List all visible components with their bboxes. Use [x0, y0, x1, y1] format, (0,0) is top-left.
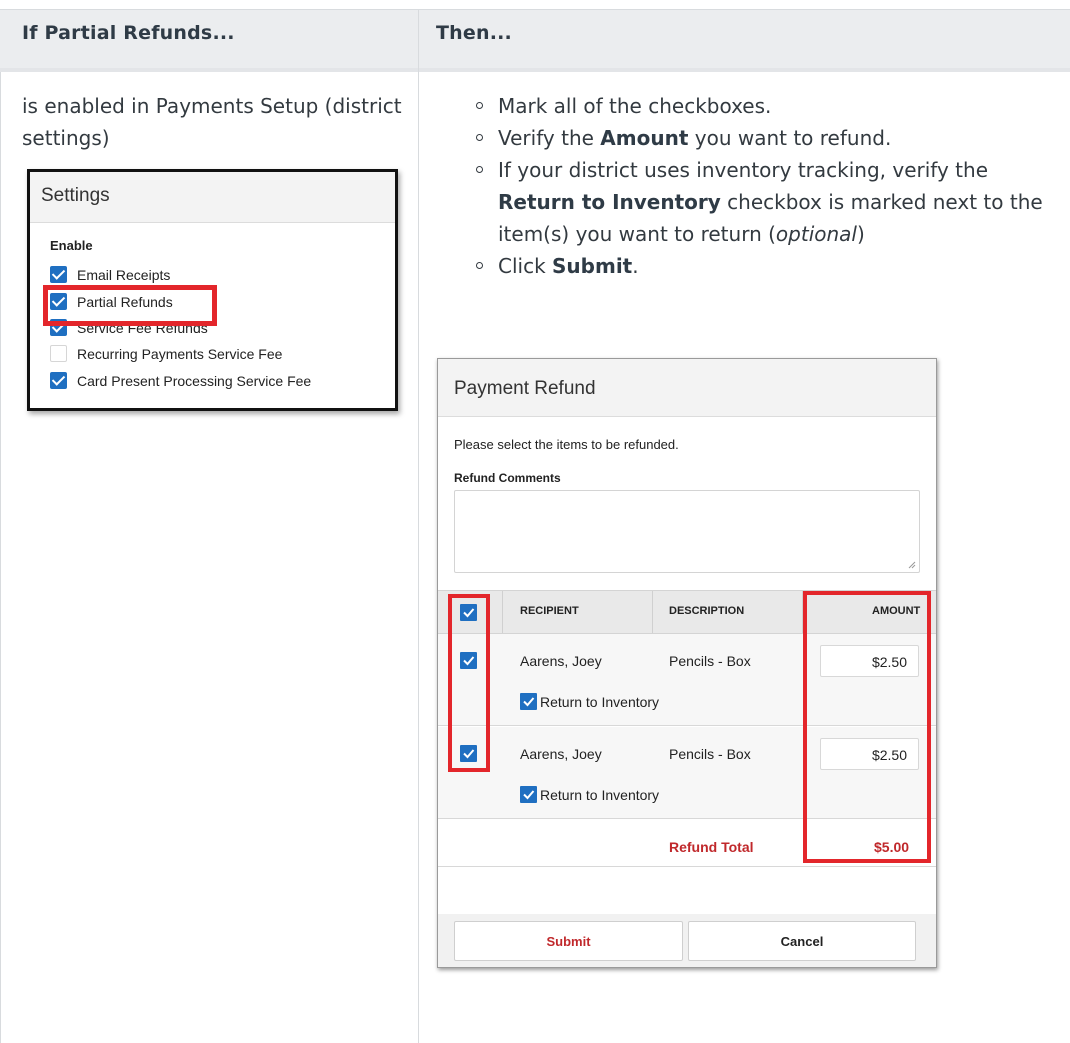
return-to-inventory-checkbox[interactable] — [520, 786, 537, 803]
enable-heading: Enable — [50, 238, 93, 253]
checkbox-checked-icon[interactable] — [50, 372, 67, 389]
checkbox-column-highlight — [448, 594, 490, 772]
refund-comments-label: Refund Comments — [454, 471, 561, 485]
header-right: Then... — [436, 22, 512, 44]
setting-label: Email Receipts — [77, 266, 171, 283]
settings-panel-screenshot: Settings Enable Email Receipts Partial R… — [27, 169, 398, 411]
table-left-border — [0, 72, 1, 1043]
condition-text: is enabled in Payments Setup (district s… — [22, 94, 402, 150]
row-description: Pencils - Box — [669, 653, 751, 669]
amount-column-highlight — [803, 591, 931, 863]
step-3: If your district uses inventory tracking… — [476, 154, 1066, 250]
step-2: Verify the Amount you want to refund. — [476, 122, 1066, 154]
steps-list: Mark all of the checkboxes. Verify the A… — [476, 90, 1066, 282]
partial-refunds-highlight — [43, 285, 217, 326]
row-recipient: Aarens, Joey — [520, 746, 602, 762]
cancel-button[interactable]: Cancel — [688, 921, 916, 961]
row-description: Pencils - Box — [669, 746, 751, 762]
return-to-inventory-label: Return to Inventory — [540, 787, 660, 803]
refund-total-label: Refund Total — [669, 839, 754, 855]
table-middle-border — [418, 72, 419, 1043]
dialog-prompt: Please select the items to be refunded. — [454, 437, 679, 452]
setting-recurring-payments-fee[interactable]: Recurring Payments Service Fee — [50, 345, 282, 362]
total-divider — [438, 866, 936, 867]
dialog-title: Payment Refund — [438, 359, 936, 417]
checkbox-unchecked-icon[interactable] — [50, 345, 67, 362]
setting-label: Card Present Processing Service Fee — [77, 372, 312, 389]
step-4: Click Submit. — [476, 250, 1066, 282]
resize-grip-icon[interactable] — [908, 561, 916, 569]
submit-button[interactable]: Submit — [454, 921, 683, 961]
refund-comments-textarea[interactable] — [454, 490, 920, 573]
column-divider — [418, 9, 419, 72]
row-recipient: Aarens, Joey — [520, 653, 602, 669]
payment-refund-dialog: Payment Refund Please select the items t… — [437, 358, 937, 968]
setting-label: Recurring Payments Service Fee — [77, 345, 283, 362]
checkbox-checked-icon[interactable] — [50, 266, 67, 283]
col-recipient: RECIPIENT — [520, 605, 579, 617]
step-1: Mark all of the checkboxes. — [476, 90, 1066, 122]
setting-card-present-fee[interactable]: Card Present Processing Service Fee — [50, 372, 311, 389]
col-divider — [502, 591, 503, 633]
col-description: DESCRIPTION — [669, 605, 745, 617]
return-to-inventory-label: Return to Inventory — [540, 694, 660, 710]
settings-title: Settings — [30, 172, 395, 223]
return-to-inventory-checkbox[interactable] — [520, 693, 537, 710]
header-left: If Partial Refunds... — [22, 22, 235, 44]
setting-email-receipts[interactable]: Email Receipts — [50, 266, 170, 283]
col-divider — [652, 591, 653, 633]
